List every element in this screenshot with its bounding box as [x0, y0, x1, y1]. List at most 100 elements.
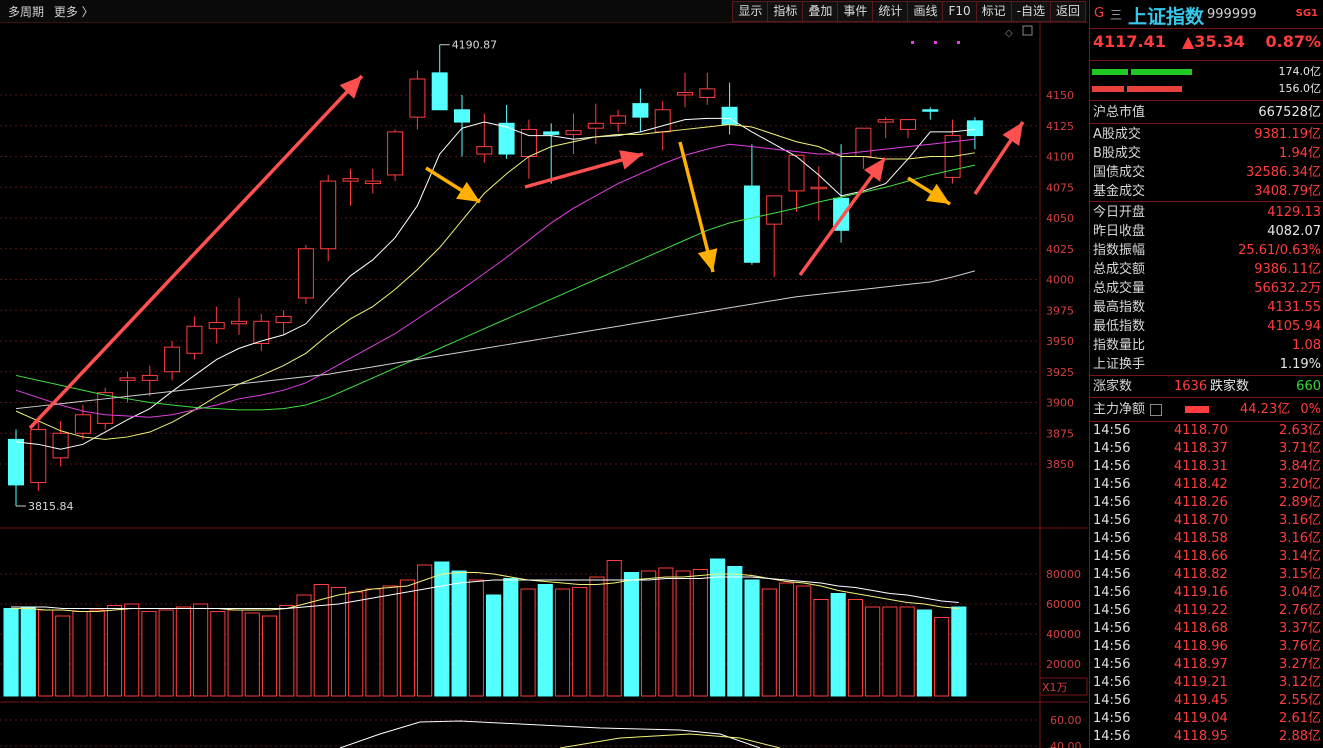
candle-body [119, 377, 136, 381]
extreme-label: 4190.87 [452, 39, 498, 52]
tick-row: 14:56 4118.66 3.14亿 [1093, 549, 1321, 564]
candle-body [431, 72, 448, 111]
period-selector[interactable]: 多周期 更多 〉 [8, 3, 100, 20]
market-value-val: 667528亿 [1258, 105, 1321, 120]
volume-bar [210, 611, 226, 697]
volume-bar [72, 611, 88, 697]
tick-row: 14:56 4118.26 2.89亿 [1093, 495, 1321, 510]
volume-row: 基金成交 3408.79亿 [1093, 184, 1321, 199]
quote-panel: G 三 上证指数 999999 SG1 4117.41 ▲35.34 0.87%… [1089, 0, 1323, 748]
volume-bar [675, 570, 691, 697]
candle-body [610, 115, 627, 124]
volume-bar [761, 588, 777, 697]
toolbar-display-button[interactable]: 显示 [732, 1, 769, 22]
volume-bar [503, 578, 519, 697]
netflow-row: 主力净额 44.23亿 0% [1093, 402, 1321, 417]
stat-row: 指数振幅 25.61/0.63% [1093, 243, 1321, 258]
price-change: ▲35.34 [1182, 32, 1245, 51]
candle-body [141, 374, 158, 381]
volume-bar [37, 609, 54, 697]
period-more[interactable]: 更多 〉 [54, 5, 94, 19]
breadth-row: 涨家数 1636 跌家数 660 [1093, 379, 1321, 394]
volume-bar [158, 609, 174, 697]
toolbar: 显示 指标 叠加 事件 统计 画线 F10 标记 -自选 返回 [732, 1, 1086, 22]
toolbar-mark-button[interactable]: 标记 [975, 1, 1012, 22]
volume-bar [434, 561, 450, 697]
netflow-pct: 0% [1300, 402, 1321, 417]
up-count: 1636 [1174, 379, 1208, 394]
netflow-icon[interactable] [1150, 404, 1162, 416]
candle-body [632, 103, 649, 118]
toolbar-event-button[interactable]: 事件 [837, 1, 874, 22]
volume-bar [227, 609, 243, 697]
price-tick-label: 4050 [1046, 212, 1074, 225]
volume-bar [382, 585, 398, 697]
trend-arrow [425, 166, 481, 204]
toolbar-overlay-button[interactable]: 叠加 [802, 1, 839, 22]
netflow-val: 44.23亿 [1240, 402, 1291, 417]
toolbar-stats-button[interactable]: 统计 [872, 1, 909, 22]
volume-bar [417, 564, 433, 697]
flow-bar-val: 156.0亿 [1278, 82, 1322, 95]
volume-bar [279, 605, 295, 697]
ma-line-ma5 [15, 117, 975, 450]
menu-icon[interactable]: 三 [1110, 6, 1122, 23]
toolbar-draw-button[interactable]: 画线 [907, 1, 944, 22]
price-tick-label: 3950 [1046, 335, 1074, 348]
panel-header: G 三 上证指数 999999 SG1 [1090, 0, 1323, 28]
candle-body [275, 315, 292, 324]
arrow-head [619, 150, 643, 170]
chart-topbar: 多周期 更多 〉 显示 指标 叠加 事件 统计 画线 F10 标记 -自选 返回 [0, 0, 1088, 23]
price-pct: 0.87% [1265, 32, 1321, 51]
candle-body [231, 320, 247, 325]
volume-bar [365, 588, 381, 697]
volume-row: A股成交 9381.19亿 [1093, 127, 1321, 142]
tick-row: 14:56 4119.21 3.12亿 [1093, 675, 1321, 690]
index-name: 上证指数 [1128, 6, 1205, 28]
toolbar-watchlist-button[interactable]: -自选 [1010, 1, 1051, 22]
volume-bar [865, 606, 881, 697]
toolbar-indicator-button[interactable]: 指标 [767, 1, 804, 22]
tick-row: 14:56 4118.70 2.63亿 [1093, 423, 1321, 438]
candle-body [543, 131, 560, 135]
kline-chart[interactable]: 3850 3875 3900 3925 3950 3975 4000 4025 4050 4075… [0, 22, 1088, 748]
candle-body [409, 78, 426, 118]
trend-arrow [678, 141, 718, 273]
candle-body [30, 429, 47, 483]
volume-bar [710, 558, 726, 697]
candle-body [320, 180, 337, 250]
volume-bar [813, 599, 829, 697]
candle-body [342, 178, 359, 182]
candle-body [900, 119, 916, 130]
candle-body [164, 346, 181, 373]
price-tick-label: 3875 [1046, 427, 1074, 440]
candle-body [52, 432, 69, 459]
volume-bar [778, 582, 795, 697]
volume-bar [796, 585, 812, 697]
trend-arrow [524, 150, 644, 189]
candle-body [8, 438, 24, 486]
volume-bar [847, 599, 864, 697]
panel-toggle-icon [1022, 25, 1033, 36]
stat-row: 指数量比 1.08 [1093, 338, 1321, 353]
period-multi[interactable]: 多周期 [8, 5, 44, 19]
volume-bar [934, 617, 950, 697]
candle-body [364, 180, 381, 185]
arrow-head [863, 158, 885, 182]
candle-body [97, 392, 114, 424]
volume-bar [830, 593, 846, 697]
toolbar-f10-button[interactable]: F10 [942, 1, 977, 22]
volume-bar [399, 579, 415, 697]
volume-row: B股成交 1.94亿 [1093, 146, 1321, 161]
volume-bar [486, 594, 502, 697]
candle-body [186, 325, 203, 354]
price-tick-label: 4150 [1046, 89, 1074, 102]
price-tick-label: 4000 [1046, 274, 1074, 287]
candle-body [253, 320, 270, 344]
flow-bar-fill [1092, 69, 1128, 75]
volume-bar [899, 606, 915, 697]
volume-bar [951, 606, 967, 697]
price-tick-label: 4125 [1046, 120, 1074, 133]
toolbar-back-button[interactable]: 返回 [1049, 1, 1086, 22]
extreme-label: 3815.84 [28, 500, 74, 513]
